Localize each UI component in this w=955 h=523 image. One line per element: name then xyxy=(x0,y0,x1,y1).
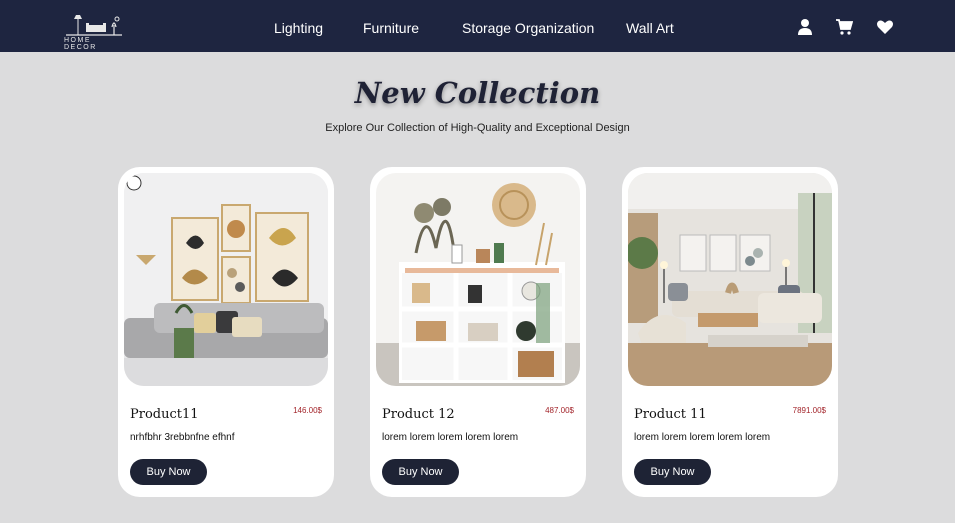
product-name: Product 12 xyxy=(382,407,455,422)
buy-now-button[interactable]: Buy Now xyxy=(634,459,711,485)
product-name: Product 11 xyxy=(634,407,707,422)
product-price: 487.00$ xyxy=(545,406,574,415)
product-name: Product11 xyxy=(130,407,199,422)
product-image-living-room-wall-art[interactable] xyxy=(124,173,328,386)
logo-text: HOME DECOR xyxy=(64,37,97,51)
product-card: Product 11 7891.00$ lorem lorem lorem lo… xyxy=(622,167,838,497)
product-description: lorem lorem lorem lorem lorem xyxy=(382,432,519,443)
product-image-storage-shelf[interactable] xyxy=(376,173,580,386)
nav-link-wall-art[interactable]: Wall Art xyxy=(626,20,674,36)
product-price: 146.00$ xyxy=(293,406,322,415)
product-card: Product 12 487.00$ lorem lorem lorem lor… xyxy=(370,167,586,497)
cart-icon[interactable] xyxy=(835,18,853,36)
buy-now-button[interactable]: Buy Now xyxy=(382,459,459,485)
page-subtitle: Explore Our Collection of High-Quality a… xyxy=(325,122,630,134)
nav-link-storage-organization[interactable]: Storage Organization xyxy=(462,20,594,36)
user-icon[interactable] xyxy=(796,18,814,36)
product-image-modern-living-room[interactable] xyxy=(628,173,832,386)
buy-now-button[interactable]: Buy Now xyxy=(130,459,207,485)
product-description: nrhfbhr 3rebbnfne efhnf xyxy=(130,432,235,443)
page-title: New Collection xyxy=(354,76,601,110)
heart-icon[interactable] xyxy=(876,18,894,36)
product-card: Product11 146.00$ nrhfbhr 3rebbnfne efhn… xyxy=(118,167,334,497)
product-price: 7891.00$ xyxy=(792,406,826,415)
nav-link-furniture[interactable]: Furniture xyxy=(363,20,419,36)
nav-link-lighting[interactable]: Lighting xyxy=(274,20,323,36)
product-description: lorem lorem lorem lorem lorem xyxy=(634,432,771,443)
home-decor-logo[interactable]: HOME DECOR xyxy=(64,13,124,51)
furniture-logo-icon xyxy=(66,15,122,36)
navbar: HOME DECOR Lighting Furniture Storage Or… xyxy=(0,0,955,52)
